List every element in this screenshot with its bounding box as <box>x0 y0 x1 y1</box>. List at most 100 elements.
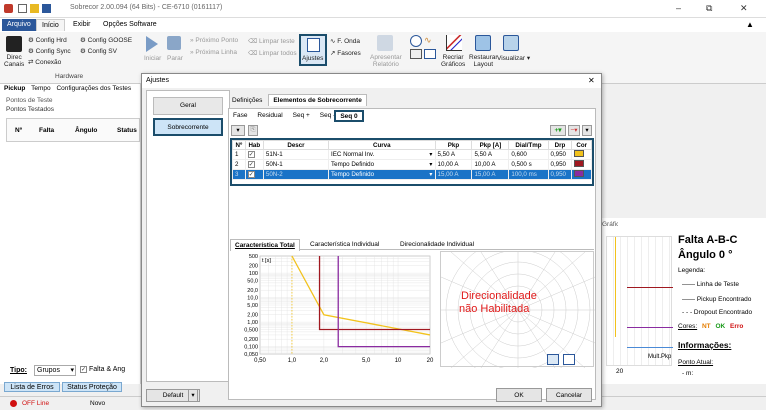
new-file-icon[interactable] <box>18 4 27 13</box>
row-pkp[interactable]: 10,00 A <box>434 159 473 170</box>
clock-icon[interactable] <box>410 35 422 47</box>
row-curva-select[interactable]: Tempo Definido ▾ <box>328 169 436 180</box>
restaurar-layout-icon <box>475 35 491 51</box>
config-goose-button[interactable]: ⚙ Config GOOSE <box>80 36 132 44</box>
table-row[interactable]: 1 ✓ 51N-1 IEC Normal Inv. ▾ 5,50 A 5,50 A… <box>232 149 592 160</box>
f-onda-button[interactable]: ∿ F. Onda <box>330 37 360 45</box>
row-descr[interactable]: 50N-2 <box>262 169 330 180</box>
config-sync-button[interactable]: ⚙ Config Sync <box>28 47 71 55</box>
maximize-button[interactable]: ⧉ <box>706 3 712 14</box>
conexao-button[interactable]: ⇄ Conexão <box>28 58 61 66</box>
fasores-button[interactable]: ↗ Fasores <box>330 49 361 57</box>
limpar-todos-button[interactable]: ⌫ Limpar todos <box>248 49 297 57</box>
open-folder-icon[interactable] <box>30 4 39 13</box>
row-curva-select[interactable]: Tempo Definido ▾ <box>328 159 436 170</box>
add-element-button[interactable]: +▾ <box>550 125 566 136</box>
row-dial[interactable]: 0,600 <box>508 149 549 160</box>
row-pkp-a[interactable]: 15,00 A <box>471 169 510 180</box>
grid-icon[interactable] <box>410 49 422 59</box>
apresentar-relatorio-button[interactable]: Apresentar Relatório <box>370 54 402 68</box>
row-pkp[interactable]: 15,00 A <box>434 169 473 180</box>
tab-lista-erros[interactable]: Lista de Erros <box>4 382 60 392</box>
ok-button[interactable]: OK <box>496 388 542 402</box>
limpar-teste-button[interactable]: ⌫ Limpar teste <box>248 37 295 45</box>
row-descr[interactable]: 50N-1 <box>262 159 330 170</box>
tab-pickup[interactable]: Pickup <box>4 85 25 92</box>
menu-tab-arquivo[interactable]: Arquivo <box>2 19 36 31</box>
row-drp[interactable]: 0,950 <box>547 169 573 180</box>
proxima-linha-button[interactable]: » Próxima Linha <box>190 49 237 56</box>
default-dropdown-button[interactable]: ▾ <box>188 389 198 402</box>
tab-direcionalidade-individual[interactable]: Direcionalidade Individual <box>396 239 478 250</box>
tab-configuracoes-testes[interactable]: Configurações dos Testes <box>56 85 131 92</box>
tab-elementos-sobrecorrente[interactable]: Elementos de Sobrecorrente <box>268 94 367 106</box>
table-copy-button[interactable]: ⎘ <box>248 125 258 136</box>
sidebar-item-sobrecorrente[interactable]: Sobrecorrente <box>153 118 223 136</box>
proximo-ponto-button[interactable]: » Próximo Ponto <box>190 37 238 44</box>
dialog-close-button[interactable]: ✕ <box>588 76 595 85</box>
menu-tab-exibir[interactable]: Exibir <box>68 19 96 31</box>
row-dial[interactable]: 100,0 ms <box>508 169 549 180</box>
menu-tab-opcoes-software[interactable]: Opções Software <box>98 19 162 31</box>
save-icon[interactable] <box>42 4 51 13</box>
tab-seq-0[interactable]: Seq 0 <box>334 110 364 122</box>
row-drp[interactable]: 0,950 <box>547 149 573 160</box>
elements-table: Nº Hab Descr Curva Pkp Pkp [A] Dial/Tmp … <box>232 140 592 180</box>
x-tick-label: 2,0 <box>320 358 329 364</box>
right-pane-tab[interactable]: Gráfico <box>602 221 618 230</box>
remove-element-button[interactable]: −▾ <box>568 125 580 136</box>
tab-tempo[interactable]: Tempo <box>31 85 51 92</box>
row-hab-checkbox[interactable]: ✓ <box>244 169 264 180</box>
visualizar-button[interactable]: Visualizar ▾ <box>497 54 530 62</box>
plot-curve-yellow <box>615 237 616 337</box>
cores-erro: Erro <box>730 323 744 330</box>
cancel-button[interactable]: Cancelar <box>546 388 592 402</box>
minimize-button[interactable]: – <box>676 3 681 13</box>
row-drp[interactable]: 0,950 <box>547 159 573 170</box>
row-hab-checkbox[interactable]: ✓ <box>244 149 264 160</box>
m-value: - m: <box>682 370 694 377</box>
row-dial[interactable]: 0,500 s <box>508 159 549 170</box>
more-options-button[interactable]: ▾ <box>582 125 592 136</box>
tab-status-protecao[interactable]: Status Proteção <box>62 382 122 392</box>
recriar-graficos-button[interactable]: Recriar Gráficos <box>441 54 465 68</box>
reset-view-icon[interactable] <box>563 354 575 365</box>
relatorio-icon <box>377 35 393 51</box>
config-sv-button[interactable]: ⚙ Config SV <box>80 47 117 55</box>
tab-definicoes[interactable]: Definições <box>228 95 266 106</box>
tipo-select[interactable]: Grupos ▾ <box>34 365 76 376</box>
row-pkp-a[interactable]: 5,50 A <box>471 149 510 160</box>
chart-icon[interactable] <box>424 49 436 59</box>
table-row[interactable]: 2 ✓ 50N-1 Tempo Definido ▾ 10,00 A 10,00 … <box>232 159 592 170</box>
row-hab-checkbox[interactable]: ✓ <box>244 159 264 170</box>
menu-tab-inicio[interactable]: Início <box>36 19 65 31</box>
zoom-tool-icon[interactable] <box>547 354 559 365</box>
window-title: Sobrecor 2.00.094 (64 Bits) - CE-6710 (0… <box>70 4 223 11</box>
tab-fase[interactable]: Fase <box>229 110 251 121</box>
row-descr[interactable]: 51N-1 <box>262 149 330 160</box>
close-button[interactable]: ✕ <box>740 3 748 14</box>
tab-caracteristica-individual[interactable]: Característica Individual <box>306 239 383 250</box>
table-options-button[interactable]: ▾ <box>231 125 245 136</box>
collapse-ribbon-icon[interactable]: ▲ <box>746 20 754 29</box>
row-color-swatch[interactable] <box>571 149 592 160</box>
table-row-selected[interactable]: 3 ✓ 50N-2 Tempo Definido ▾ 15,00 A 15,00 … <box>232 169 592 180</box>
tab-residual[interactable]: Residual <box>253 110 286 121</box>
direc-canais-button[interactable]: Direc Canais <box>4 54 24 68</box>
iniciar-button[interactable]: Iniciar <box>144 55 161 62</box>
row-color-swatch[interactable] <box>571 169 592 180</box>
col-drp: Drp <box>547 140 573 150</box>
sidebar-item-geral[interactable]: Geral <box>153 97 223 115</box>
parar-button[interactable]: Parar <box>167 55 183 62</box>
tab-seq-pos[interactable]: Seq + <box>289 110 314 121</box>
row-pkp-a[interactable]: 10,00 A <box>471 159 510 170</box>
row-color-swatch[interactable] <box>571 159 592 170</box>
ajustes-button[interactable]: Ajustes <box>299 34 327 66</box>
waveform-icon[interactable]: ∿ <box>424 35 432 46</box>
row-pkp[interactable]: 5,50 A <box>434 149 473 160</box>
restaurar-layout-button[interactable]: Restaurar Layout <box>469 54 498 68</box>
row-curva-select[interactable]: IEC Normal Inv. ▾ <box>328 149 436 160</box>
falta-ang-checkbox[interactable]: ✓ Falta & Ang <box>80 366 125 373</box>
config-hrd-button[interactable]: ⚙ Config Hrd <box>28 36 67 44</box>
dialog-title-bar: Ajustes ✕ <box>142 74 601 88</box>
